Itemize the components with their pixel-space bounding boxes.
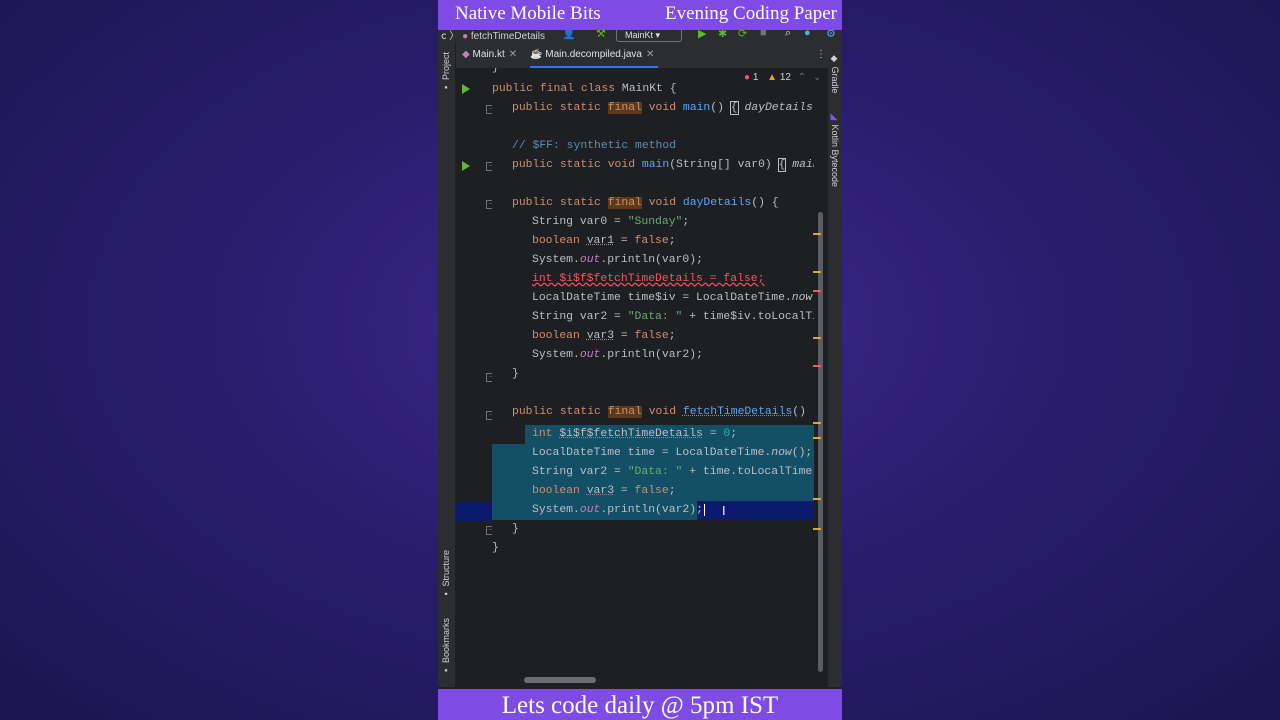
- warning-stripe[interactable]: [813, 498, 821, 500]
- code-line: public static final void dayDetails() {: [512, 197, 779, 209]
- search-icon[interactable]: ⌕: [785, 30, 791, 40]
- warning-stripe[interactable]: [813, 437, 821, 439]
- run-gutter-icon[interactable]: [462, 84, 470, 94]
- bookmarks-tool-button[interactable]: ▪ Bookmarks: [441, 618, 451, 676]
- tab-main-kt-label: Main.kt: [472, 49, 505, 60]
- run-config-select[interactable]: MainKt ▾: [616, 30, 682, 42]
- user-icon[interactable]: 👤: [562, 30, 576, 40]
- error-stripe[interactable]: [813, 290, 821, 292]
- caret-line-gutter: [456, 502, 492, 521]
- code-line: }: [512, 368, 519, 380]
- top-banner: Native Mobile Bits Evening Coding Paper: [438, 0, 842, 30]
- bookmarks-label: Bookmarks: [441, 618, 451, 664]
- assistant-icon[interactable]: ●: [804, 30, 811, 39]
- gradle-tool-button[interactable]: ◆ Gradle: [830, 54, 840, 94]
- left-tool-strip: ▪ Project ▪ Structure ▪ Bookmarks: [438, 42, 456, 687]
- code-line: }: [492, 542, 499, 554]
- series-name: Evening Coding Paper: [664, 3, 837, 24]
- tab-main-kt[interactable]: ◆ Main.kt ✕: [462, 42, 517, 68]
- code-line: String var0 = "Sunday";: [532, 216, 690, 228]
- tab-main-decompiled-label: Main.decompiled.java: [545, 49, 642, 60]
- error-count: 1: [752, 72, 759, 83]
- code-line: System.out.println(var2);: [532, 349, 703, 361]
- code-line: boolean var3 = false;: [532, 485, 676, 497]
- code-line: String var2 = "Data: " + time$iv.toLocal…: [532, 311, 814, 323]
- java-file-icon: ☕: [530, 49, 543, 60]
- kotlin-file-icon: ◆: [462, 49, 470, 60]
- close-icon[interactable]: ✕: [646, 49, 654, 60]
- chevron-up-icon[interactable]: ⌃: [798, 72, 806, 83]
- warning-icon: ▲: [767, 72, 778, 83]
- code-line: String var2 = "Data: " + time.toLocalTim…: [532, 466, 814, 478]
- structure-tool-button[interactable]: ▪ Structure: [441, 550, 451, 599]
- breadcrumb[interactable]: ⅽ 〉 ● fetchTimeDetails: [441, 30, 545, 42]
- text-cursor-icon: I: [722, 504, 726, 518]
- warning-stripe[interactable]: [813, 233, 821, 235]
- ide-window: ⅽ 〉 ● fetchTimeDetails 👤 ⚒ MainKt ▾ ▶ ✱ …: [438, 0, 842, 720]
- code-line: LocalDateTime time$iv = LocalDateTime.no…: [532, 292, 814, 304]
- warning-stripe[interactable]: [813, 422, 821, 424]
- run-icon[interactable]: ▶: [698, 30, 706, 40]
- profile-icon[interactable]: ⟳: [738, 30, 747, 40]
- vertical-scrollbar[interactable]: [818, 212, 823, 672]
- settings-icon[interactable]: ⚙: [826, 30, 836, 40]
- breadcrumb-label: fetchTimeDetails: [470, 31, 545, 42]
- editor-gutter: − − − − − −: [456, 68, 495, 677]
- warning-stripe[interactable]: [813, 337, 821, 339]
- code-line: System.out.println(var0);: [532, 254, 703, 266]
- chevron-down-icon[interactable]: ⌄: [813, 72, 821, 83]
- stop-icon[interactable]: ■: [760, 30, 767, 39]
- code-line: boolean var3 = false;: [532, 330, 676, 342]
- code-line: public static final void fetchTimeDetail…: [512, 406, 814, 418]
- bottom-banner: Lets code daily @ 5pm IST: [438, 689, 842, 720]
- ide-toolbar: ⅽ 〉 ● fetchTimeDetails 👤 ⚒ MainKt ▾ ▶ ✱ …: [438, 30, 842, 42]
- hammer-icon[interactable]: ⚒: [596, 30, 606, 40]
- channel-name: Native Mobile Bits: [455, 3, 601, 24]
- structure-label: Structure: [441, 550, 451, 587]
- code-line: // $FF: synthetic method: [512, 140, 677, 152]
- warning-stripe[interactable]: [813, 528, 821, 530]
- inspection-widget[interactable]: ● 1 ▲ 12 ⌃ ⌄: [744, 72, 821, 83]
- run-gutter-icon[interactable]: [462, 161, 470, 171]
- tab-main-decompiled-java[interactable]: ☕ Main.decompiled.java ✕: [530, 42, 659, 68]
- code-editor[interactable]: } public final class MainKt { public sta…: [492, 68, 814, 677]
- code-line: int $i$f$fetchTimeDetails = 0;: [532, 428, 738, 440]
- right-tool-strip: ◆ Gradle ◣ Kotlin Bytecode: [828, 42, 842, 687]
- error-icon: ●: [744, 72, 751, 83]
- more-options-icon[interactable]: ⋮: [816, 42, 826, 68]
- close-icon[interactable]: ✕: [509, 49, 517, 60]
- gradle-label: Gradle: [830, 66, 840, 94]
- editor-tab-bar: ◆ Main.kt ✕ ☕ Main.decompiled.java ✕ ⋮: [456, 42, 828, 69]
- code-line: }: [512, 523, 519, 535]
- code-line: public static void main(String[] var0) {…: [512, 158, 814, 172]
- code-line: }: [492, 68, 499, 74]
- run-config-label: MainKt: [625, 30, 654, 40]
- code-line: System.out.println(var2);: [532, 504, 705, 516]
- code-line: public static final void main() { dayDet…: [512, 101, 814, 115]
- code-line: boolean var1 = false;: [532, 235, 676, 247]
- code-line: int $i$f$fetchTimeDetails = false;: [532, 273, 765, 285]
- project-label: Project: [441, 52, 451, 81]
- warning-stripe[interactable]: [813, 271, 821, 273]
- warning-count: 12: [779, 72, 791, 83]
- error-stripe[interactable]: [813, 365, 821, 367]
- kotlin-bytecode-label: Kotlin Bytecode: [830, 124, 840, 188]
- code-line: LocalDateTime time = LocalDateTime.now()…: [532, 447, 813, 459]
- horizontal-scrollbar[interactable]: [524, 677, 596, 683]
- debug-icon[interactable]: ✱: [718, 30, 727, 40]
- project-tool-button[interactable]: ▪ Project: [441, 52, 451, 93]
- code-line: public final class MainKt {: [492, 83, 677, 95]
- kotlin-bytecode-tool-button[interactable]: ◣ Kotlin Bytecode: [830, 112, 840, 187]
